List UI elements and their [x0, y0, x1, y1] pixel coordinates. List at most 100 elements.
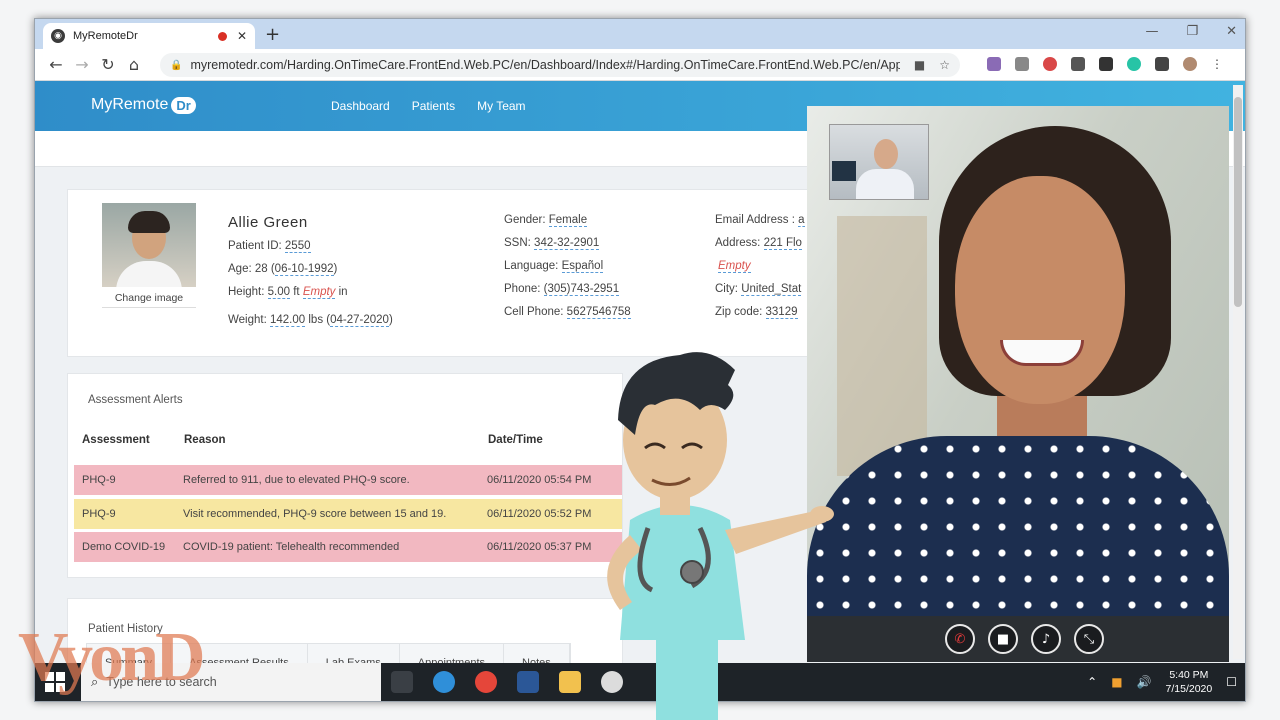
nav-patients[interactable]: Patients	[412, 99, 455, 113]
extensions: ⋮	[987, 57, 1225, 71]
weight-date-value[interactable]: 04-27-2020	[330, 314, 389, 327]
word-icon[interactable]	[517, 671, 539, 693]
zip-value[interactable]: 33129	[765, 306, 798, 319]
screen: ◉ MyRemoteDr ✕ + — ❐ ✕ ← → ↻ ⌂ 🔒 myremot…	[0, 0, 1280, 720]
share-arrow-icon[interactable]	[1099, 57, 1113, 71]
clock[interactable]: 5:40 PM 7/15/2020	[1166, 668, 1213, 696]
phone-value[interactable]: (305)743-2951	[543, 283, 620, 296]
task-view-icon[interactable]	[391, 671, 413, 693]
self-view-video[interactable]	[829, 124, 929, 200]
alert-assessment: PHQ-9	[82, 474, 116, 486]
edge-icon[interactable]	[433, 671, 455, 693]
minimize-video-icon[interactable]: ⤡	[1074, 624, 1104, 654]
back-icon[interactable]: ←	[43, 55, 69, 74]
extension-icon[interactable]	[1015, 57, 1029, 71]
microphone-icon[interactable]: ♪	[1031, 624, 1061, 654]
patient-info-card: Change image Allie Green Patient ID: 255…	[67, 189, 827, 357]
extension-icon[interactable]	[1127, 57, 1141, 71]
assessment-alerts-card: Assessment Alerts Assessment Reason Date…	[67, 373, 623, 578]
alerts-title: Assessment Alerts	[88, 394, 183, 406]
browser-toolbar: ← → ↻ ⌂ 🔒 myremotedr.com/Harding.OnTimeC…	[35, 49, 1245, 81]
cell-phone-value[interactable]: 5627546758	[566, 306, 631, 319]
extension-icon[interactable]	[1071, 57, 1085, 71]
gender-field: Gender: Female	[504, 214, 588, 227]
header-assessment[interactable]: Assessment	[82, 434, 150, 446]
page-scrollbar[interactable]	[1233, 85, 1243, 659]
home-icon[interactable]: ⌂	[121, 55, 147, 74]
camera-indicator-icon[interactable]: ■	[914, 58, 925, 72]
vyond-watermark: VyonD	[18, 619, 206, 696]
address-value[interactable]: 221 Flo	[763, 237, 802, 250]
patient-id-field: Patient ID: 2550	[228, 240, 311, 253]
profile-avatar[interactable]	[1183, 57, 1197, 71]
notification-icon[interactable]: ☐	[1226, 675, 1237, 689]
patient-photo	[102, 203, 196, 287]
url-text: myremotedr.com/Harding.OnTimeCare.FrontE…	[190, 58, 900, 72]
close-window-icon[interactable]: ✕	[1226, 24, 1237, 39]
weight-value[interactable]: 142.00	[269, 314, 306, 327]
volume-icon[interactable]: 🔊	[1137, 675, 1152, 689]
main-nav: Dashboard Patients My Team	[331, 99, 526, 113]
call-controls: ✆ ■ ♪ ⤡	[807, 616, 1229, 662]
nav-dashboard[interactable]: Dashboard	[331, 99, 390, 113]
end-call-icon[interactable]: ✆	[945, 624, 975, 654]
address-line2-value[interactable]: Empty	[718, 260, 751, 273]
height-field: Height: 5.00 ft Empty in	[228, 286, 348, 299]
browser-window: ◉ MyRemoteDr ✕ + — ❐ ✕ ← → ↻ ⌂ 🔒 myremot…	[34, 18, 1246, 702]
extension-icon[interactable]	[987, 57, 1001, 71]
nav-my-team[interactable]: My Team	[477, 99, 525, 113]
age-field: Age: 28 (06-10-1992)	[228, 263, 338, 276]
cell-phone-field: Cell Phone: 5627546758	[504, 306, 631, 319]
file-explorer-icon[interactable]	[559, 671, 581, 693]
alert-row[interactable]: PHQ-9 Referred to 911, due to elevated PH…	[74, 465, 622, 495]
scrollbar-thumb[interactable]	[1234, 97, 1242, 307]
height-in-value[interactable]: Empty	[302, 286, 336, 299]
city-field: City: United_Stat	[715, 283, 802, 296]
windows-taskbar: ⌕ Type here to search ⌃ ■ 🔊 5:40 PM 7/15…	[35, 663, 1245, 701]
tab-title: MyRemoteDr	[73, 30, 138, 42]
ssn-value[interactable]: 342-32-2901	[534, 237, 600, 250]
alert-row[interactable]: Demo COVID-19 COVID-19 patient: Telehealt…	[74, 532, 622, 562]
forward-icon[interactable]: →	[69, 55, 95, 74]
recording-icon	[217, 31, 227, 41]
remote-video-face	[955, 176, 1125, 404]
change-image-link[interactable]: Change image	[102, 292, 196, 308]
puzzle-icon[interactable]	[1155, 57, 1169, 71]
email-field: Email Address : a	[715, 214, 805, 227]
alert-row[interactable]: PHQ-9 Visit recommended, PHQ-9 score betw…	[74, 499, 622, 529]
lock-icon: 🔒	[170, 59, 183, 71]
menu-dots-icon[interactable]: ⋮	[1211, 57, 1225, 71]
minimize-window-icon[interactable]: —	[1145, 24, 1158, 39]
bookmark-star-icon[interactable]: ☆	[939, 58, 950, 72]
dob-value[interactable]: 06-10-1992	[274, 263, 334, 276]
window-controls: — ❐ ✕	[1145, 24, 1237, 39]
reload-icon[interactable]: ↻	[95, 55, 121, 74]
gender-value[interactable]: Female	[548, 214, 588, 227]
close-tab-icon[interactable]: ✕	[237, 29, 247, 43]
city-value[interactable]: United_Stat	[741, 283, 802, 296]
camera-icon[interactable]: ■	[988, 624, 1018, 654]
chevron-up-icon[interactable]: ⌃	[1087, 675, 1097, 689]
tray-app-icon[interactable]: ■	[1111, 675, 1122, 689]
browser-tab[interactable]: ◉ MyRemoteDr ✕	[43, 23, 255, 49]
patient-id-value[interactable]: 2550	[284, 240, 311, 253]
alert-assessment: Demo COVID-19	[82, 541, 166, 553]
new-tab-icon[interactable]: +	[265, 24, 280, 45]
photos-icon[interactable]	[601, 671, 623, 693]
phone-field: Phone: (305)743-2951	[504, 283, 620, 296]
address-line2-field: Empty	[718, 260, 751, 273]
email-value[interactable]: a	[798, 214, 805, 227]
restore-window-icon[interactable]: ❐	[1186, 24, 1198, 39]
tab-strip: ◉ MyRemoteDr ✕ + — ❐ ✕	[35, 19, 1245, 49]
height-ft-value[interactable]: 5.00	[267, 286, 291, 299]
alert-reason: Visit recommended, PHQ-9 score between 1…	[183, 508, 447, 520]
app-logo[interactable]: MyRemote Dr	[91, 96, 196, 114]
language-value[interactable]: Español	[561, 260, 604, 273]
chrome-icon[interactable]	[475, 671, 497, 693]
weight-field: Weight: 142.00 lbs (04-27-2020)	[228, 314, 393, 327]
zip-field: Zip code: 33129	[715, 306, 798, 319]
header-datetime[interactable]: Date/Time	[488, 434, 543, 446]
extension-icon[interactable]	[1043, 57, 1057, 71]
header-reason[interactable]: Reason	[184, 434, 226, 446]
address-bar[interactable]: 🔒 myremotedr.com/Harding.OnTimeCare.Fron…	[160, 53, 960, 77]
